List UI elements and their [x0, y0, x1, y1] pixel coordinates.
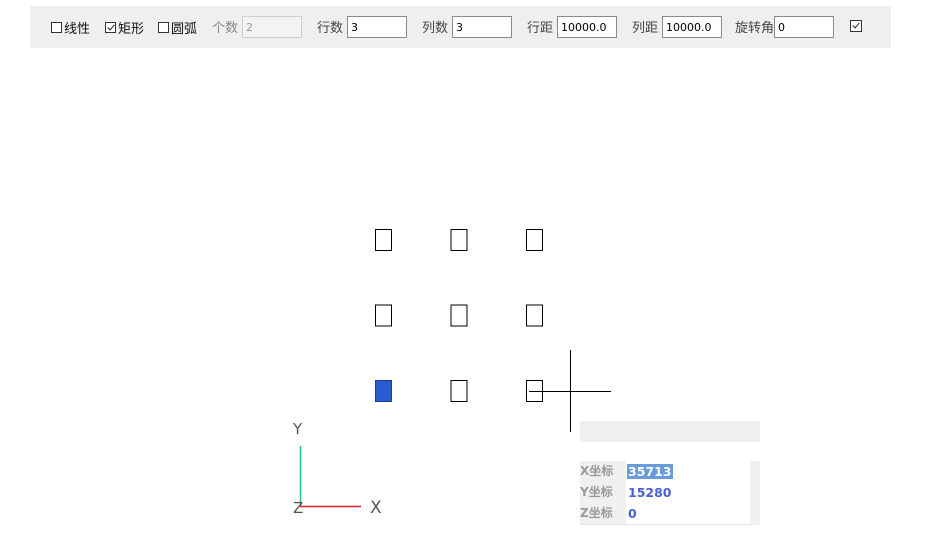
x-coordinate-field[interactable]: 35713: [626, 461, 750, 482]
ucs-axis-icon: Y X Z: [292, 420, 382, 518]
z-coordinate-value[interactable]: 0: [627, 506, 638, 521]
x-coordinate-label: X坐标: [580, 461, 626, 482]
z-coordinate-label: Z坐标: [580, 503, 626, 524]
y-coordinate-row: Y坐标 15280: [580, 482, 750, 504]
y-axis-label: Y: [292, 420, 303, 438]
z-coordinate-field[interactable]: 0: [626, 503, 750, 524]
y-coordinate-label: Y坐标: [580, 482, 626, 503]
array-item[interactable]: [450, 304, 468, 327]
array-item[interactable]: [526, 304, 543, 327]
array-item[interactable]: [375, 229, 392, 251]
x-coordinate-row: X坐标 35713: [580, 461, 750, 483]
y-coordinate-field[interactable]: 15280: [626, 482, 750, 503]
x-axis-label: X: [370, 498, 382, 518]
rectangular-array: [375, 229, 543, 402]
crosshair-cursor-icon: [529, 350, 611, 432]
coordinate-panel-header: [580, 421, 760, 442]
x-coordinate-value[interactable]: 35713: [627, 464, 673, 479]
array-item[interactable]: [450, 380, 468, 402]
array-item-selected[interactable]: [375, 380, 392, 402]
cad-workspace: 线性 矩形 圆弧 个数 行数 列数 行距 列距 旋转角: [0, 0, 939, 545]
coordinate-panel: X坐标 35713 Y坐标 15280 Z坐标 0: [580, 461, 760, 525]
array-item[interactable]: [450, 229, 468, 251]
z-coordinate-row: Z坐标 0: [580, 503, 750, 525]
array-item[interactable]: [375, 304, 392, 327]
y-coordinate-value[interactable]: 15280: [627, 485, 673, 500]
drawing-canvas[interactable]: Y X Z: [0, 0, 939, 545]
z-axis-label: Z: [293, 499, 303, 517]
array-item[interactable]: [526, 229, 543, 251]
